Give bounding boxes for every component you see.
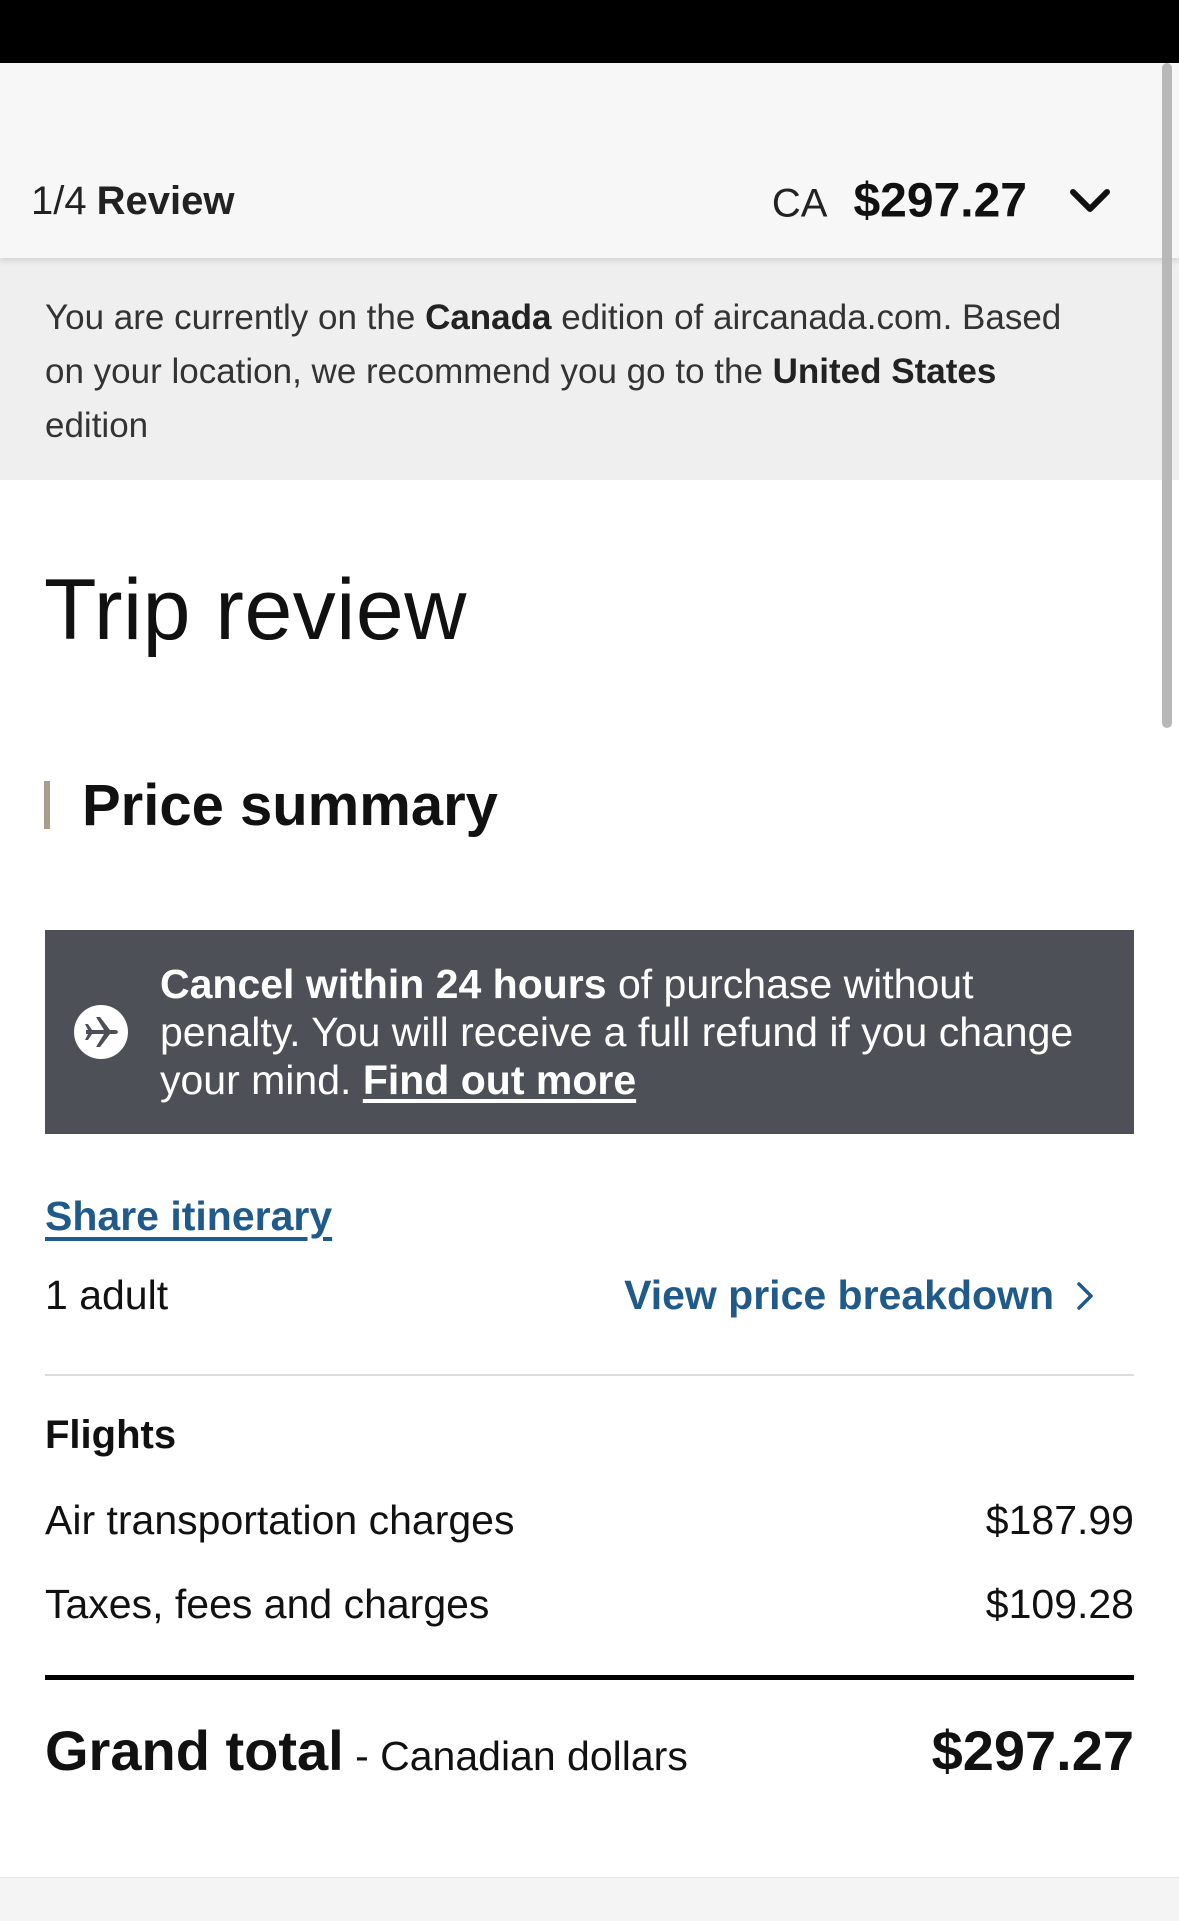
edition-notice-part: You are currently on the [45,298,426,337]
step-progress: 1/4 Review [31,179,234,223]
charge-row: Taxes, fees and charges $109.28 [45,1581,1134,1628]
scrollbar[interactable] [1162,63,1172,728]
step-name: Review [96,179,235,223]
divider [45,1374,1134,1376]
share-itinerary-link[interactable]: Share itinerary [45,1193,332,1240]
cancel-policy-text: Cancel within 24 hours of purchase witho… [160,960,1100,1104]
view-price-breakdown-link[interactable]: View price breakdown [624,1272,1096,1319]
total-divider [45,1675,1134,1680]
flights-heading: Flights [45,1413,177,1457]
page-title: Trip review [44,562,467,658]
charge-amount: $109.28 [985,1581,1134,1627]
recommended-edition-link[interactable]: United States [773,352,997,391]
header-currency: CA [771,181,828,226]
bottom-section-edge [0,1877,1179,1921]
airplane-icon [74,1005,128,1059]
edition-notice-part: edition [45,406,149,445]
grand-total-label-group: Grand total - Canadian dollars [45,1718,688,1783]
header-total-amount: $297.27 [853,174,1027,228]
passenger-count: 1 adult [45,1272,169,1318]
chevron-down-icon[interactable] [1065,180,1115,224]
charge-row: Air transportation charges $187.99 [45,1497,1134,1544]
current-edition: Canada [425,298,552,337]
section-title: Price summary [82,772,498,838]
cancel-policy-highlight: Cancel within 24 hours [160,961,607,1007]
grand-total-row: Grand total - Canadian dollars $297.27 [45,1718,1134,1783]
header-total[interactable]: CA $297.27 [772,174,1027,229]
chevron-right-icon [1077,1281,1093,1310]
charge-label: Air transportation charges [45,1497,515,1543]
price-summary-heading: Price summary [44,773,498,838]
edition-notice-banner: You are currently on the Canada edition … [0,258,1179,480]
grand-total-currency: - Canadian dollars [343,1733,688,1779]
edition-notice-text: You are currently on the Canada edition … [45,291,1105,453]
step-count: 1/4 [31,179,87,223]
breakdown-link-label: View price breakdown [624,1272,1054,1318]
cancel-policy-banner: Cancel within 24 hours of purchase witho… [45,930,1134,1134]
grand-total-label: Grand total [45,1719,344,1782]
top-navigation-bar [0,0,1179,63]
charge-amount: $187.99 [985,1497,1134,1543]
section-accent-bar [44,781,50,829]
find-out-more-link[interactable]: Find out more [363,1057,636,1103]
booking-step-header: 1/4 Review CA $297.27 [0,63,1179,258]
charge-label: Taxes, fees and charges [45,1581,490,1627]
grand-total-amount: $297.27 [931,1719,1134,1782]
